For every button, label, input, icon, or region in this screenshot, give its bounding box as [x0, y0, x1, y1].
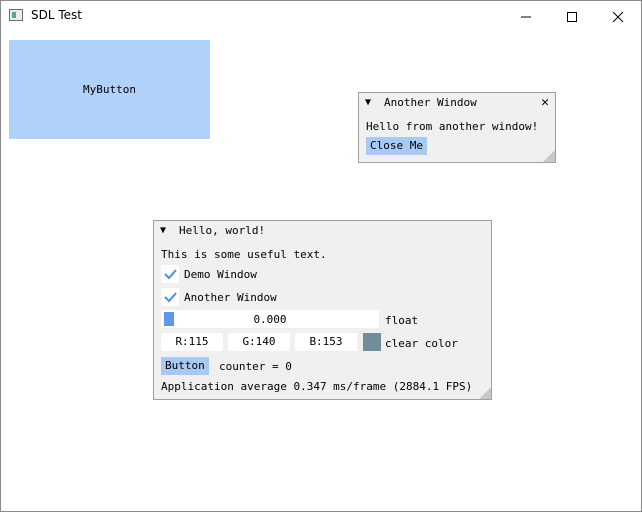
- clear-color-label: clear color: [385, 337, 458, 350]
- float-label: float: [385, 314, 419, 327]
- close-button[interactable]: [595, 1, 641, 31]
- close-icon: [612, 11, 624, 23]
- app-icon: [9, 9, 23, 21]
- hello-world-header[interactable]: ▼ Hello, world!: [154, 221, 491, 240]
- another-window-title: Another Window: [384, 96, 477, 109]
- checkmark-icon: [164, 292, 177, 303]
- useful-text: This is some useful text.: [161, 248, 327, 261]
- another-window-text: Hello from another window!: [366, 120, 539, 133]
- demo-window-label: Demo Window: [184, 268, 257, 281]
- my-button[interactable]: MyButton: [9, 40, 210, 139]
- hello-world-panel: ▼ Hello, world! This is some useful text…: [153, 220, 492, 400]
- resize-grip[interactable]: [543, 150, 555, 162]
- maximize-button[interactable]: [549, 1, 595, 31]
- another-window-panel: ▼ Another Window ✕ Hello from another wi…: [358, 92, 556, 163]
- close-me-button[interactable]: Close Me: [366, 137, 427, 155]
- another-window-checkbox[interactable]: [161, 288, 179, 306]
- counter-text: counter = 0: [219, 360, 292, 373]
- window-title: SDL Test: [31, 8, 82, 22]
- minimize-button[interactable]: [503, 1, 549, 31]
- float-slider[interactable]: 0.000: [161, 310, 379, 328]
- color-b-field[interactable]: B:153: [295, 333, 357, 351]
- checkmark-icon: [164, 269, 177, 280]
- color-swatch[interactable]: [363, 333, 381, 351]
- collapse-triangle-icon[interactable]: ▼: [365, 97, 371, 108]
- resize-grip[interactable]: [479, 387, 491, 399]
- close-icon[interactable]: ✕: [541, 95, 549, 110]
- another-window-label: Another Window: [184, 291, 277, 304]
- title-bar[interactable]: SDL Test: [1, 1, 641, 31]
- another-window-header[interactable]: ▼ Another Window ✕: [359, 93, 555, 112]
- maximize-icon: [567, 12, 577, 22]
- color-g-field[interactable]: G:140: [228, 333, 290, 351]
- hello-world-title: Hello, world!: [179, 224, 266, 237]
- color-r-field[interactable]: R:115: [161, 333, 223, 351]
- app-window: SDL Test MyButton ▼ Another Window ✕ Hel…: [0, 0, 642, 512]
- imgui-button[interactable]: Button: [161, 357, 209, 375]
- demo-window-checkbox[interactable]: [161, 265, 179, 283]
- minimize-icon: [521, 16, 531, 18]
- slider-value: 0.000: [253, 313, 287, 326]
- fps-text: Application average 0.347 ms/frame (2884…: [161, 380, 473, 393]
- collapse-triangle-icon[interactable]: ▼: [160, 225, 166, 236]
